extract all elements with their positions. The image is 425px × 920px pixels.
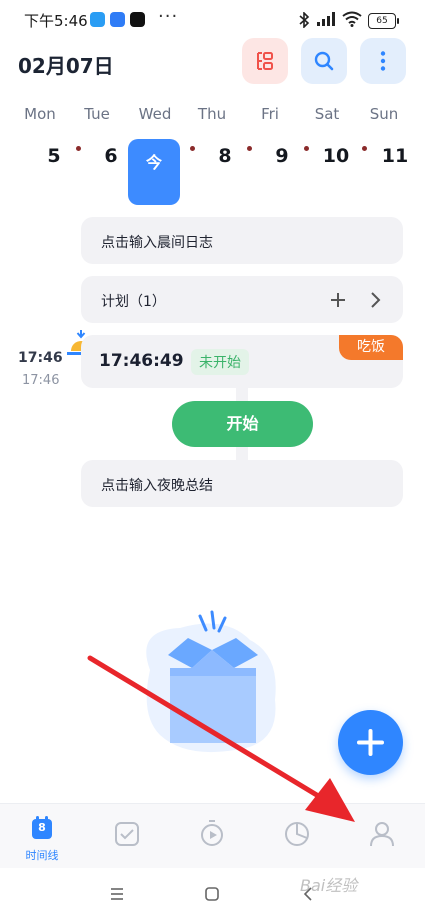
date-11[interactable]: 11 — [375, 145, 415, 167]
chat-app-icon — [90, 12, 105, 27]
tiktok-icon — [130, 12, 145, 27]
battery-indicator: 65 — [368, 13, 399, 29]
date-9[interactable]: 9 — [262, 145, 302, 167]
wifi-icon — [342, 11, 362, 27]
weekday-sat: Sat — [314, 105, 340, 123]
evening-summary-placeholder: 点击输入夜晚总结 — [101, 478, 213, 494]
evening-summary-card[interactable]: 点击输入夜晚总结 — [81, 460, 403, 507]
start-button[interactable]: 开始 — [172, 401, 313, 447]
plan-card[interactable]: 计划（1） — [81, 276, 403, 323]
signal-icon — [317, 12, 335, 26]
menu-icon[interactable] — [110, 888, 124, 900]
morning-log-placeholder: 点击输入晨间日志 — [101, 235, 213, 251]
entry-end-time: 17:46 — [22, 373, 60, 388]
date-marker — [362, 146, 367, 151]
more-button[interactable] — [360, 38, 406, 84]
search-icon — [314, 51, 334, 71]
today-date[interactable]: 今 — [128, 139, 180, 205]
home-icon[interactable] — [205, 887, 219, 901]
annotation-arrow — [87, 655, 355, 822]
watermark: Bai经验 — [300, 876, 358, 895]
weekday-mon: Mon — [24, 105, 56, 123]
chevron-right-icon[interactable] — [369, 291, 381, 309]
search-button[interactable] — [301, 38, 347, 84]
nav-label-timeline: 时间线 — [25, 849, 59, 862]
date-10[interactable]: 10 — [316, 145, 356, 167]
weekday-sun: Sun — [369, 105, 399, 123]
timeline-entry-card[interactable]: 17:46:49 未开始 吃饭 — [81, 335, 403, 388]
plan-label: 计划（1） — [101, 294, 166, 310]
date-marker — [304, 146, 309, 151]
more-vertical-icon — [380, 51, 386, 71]
review-button[interactable] — [242, 38, 288, 84]
entry-start-time: 17:46 — [18, 350, 63, 366]
weekday-fri: Fri — [261, 105, 279, 123]
more-notifications-icon: ··· — [158, 6, 179, 27]
page-title[interactable]: 02月07日 — [18, 50, 114, 79]
today-label: 今 — [145, 153, 162, 172]
date-5[interactable]: 5 — [34, 145, 74, 167]
entry-time: 17:46:49 — [99, 351, 184, 371]
date-6[interactable]: 6 — [91, 145, 131, 167]
calendar-badge: 8 — [38, 821, 46, 834]
system-nav-bar — [0, 868, 425, 920]
bluetooth-icon — [299, 12, 310, 28]
review-icon — [257, 52, 273, 70]
morning-log-card[interactable]: 点击输入晨间日志 — [81, 217, 403, 264]
timeline-connector — [236, 447, 248, 461]
status-bar: 下午5:46 ··· 65 — [0, 0, 425, 40]
date-8[interactable]: 8 — [205, 145, 245, 167]
bluetooth-app-icon — [110, 12, 125, 27]
nav-timeline[interactable]: 8 时间线 — [2, 804, 82, 869]
weekday-thu: Thu — [197, 105, 227, 123]
date-marker — [190, 146, 195, 151]
status-time: 下午5:46 — [24, 12, 88, 30]
date-marker — [76, 146, 81, 151]
plus-icon[interactable] — [329, 291, 347, 309]
status-badge: 未开始 — [191, 349, 249, 375]
date-marker — [247, 146, 252, 151]
weekday-tue: Tue — [84, 105, 110, 123]
weekday-wed: Wed — [138, 105, 172, 123]
timeline-connector — [236, 387, 248, 401]
category-tag[interactable]: 吃饭 — [339, 335, 403, 360]
